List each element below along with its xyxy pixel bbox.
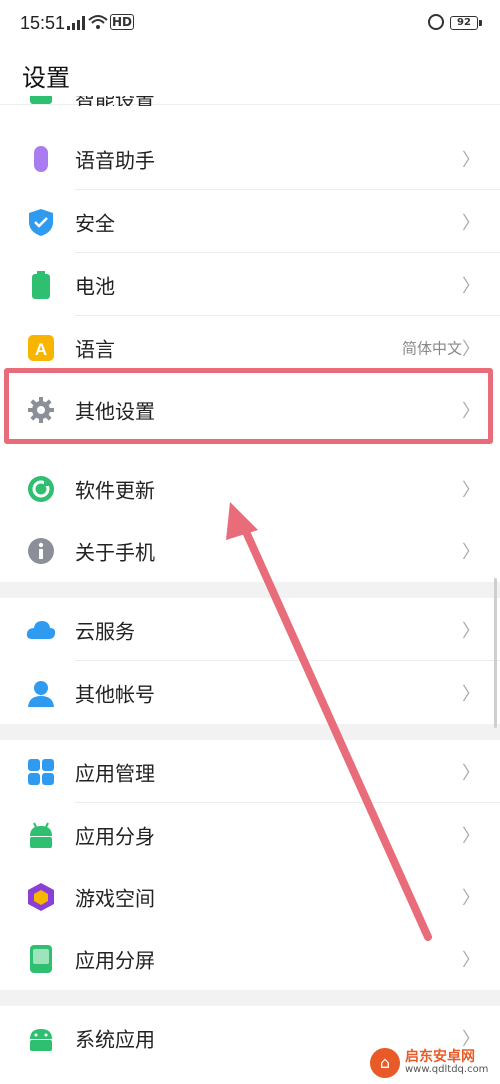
watermark-name: 启东安卓网 — [405, 1049, 475, 1065]
watermark: ⌂ 启东安卓网 www.qdltdq.com — [370, 1044, 498, 1082]
watermark-url: www.qdltdq.com — [405, 1064, 489, 1075]
house-logo-icon: ⌂ — [370, 1048, 400, 1078]
annotation-arrow — [226, 502, 432, 941]
